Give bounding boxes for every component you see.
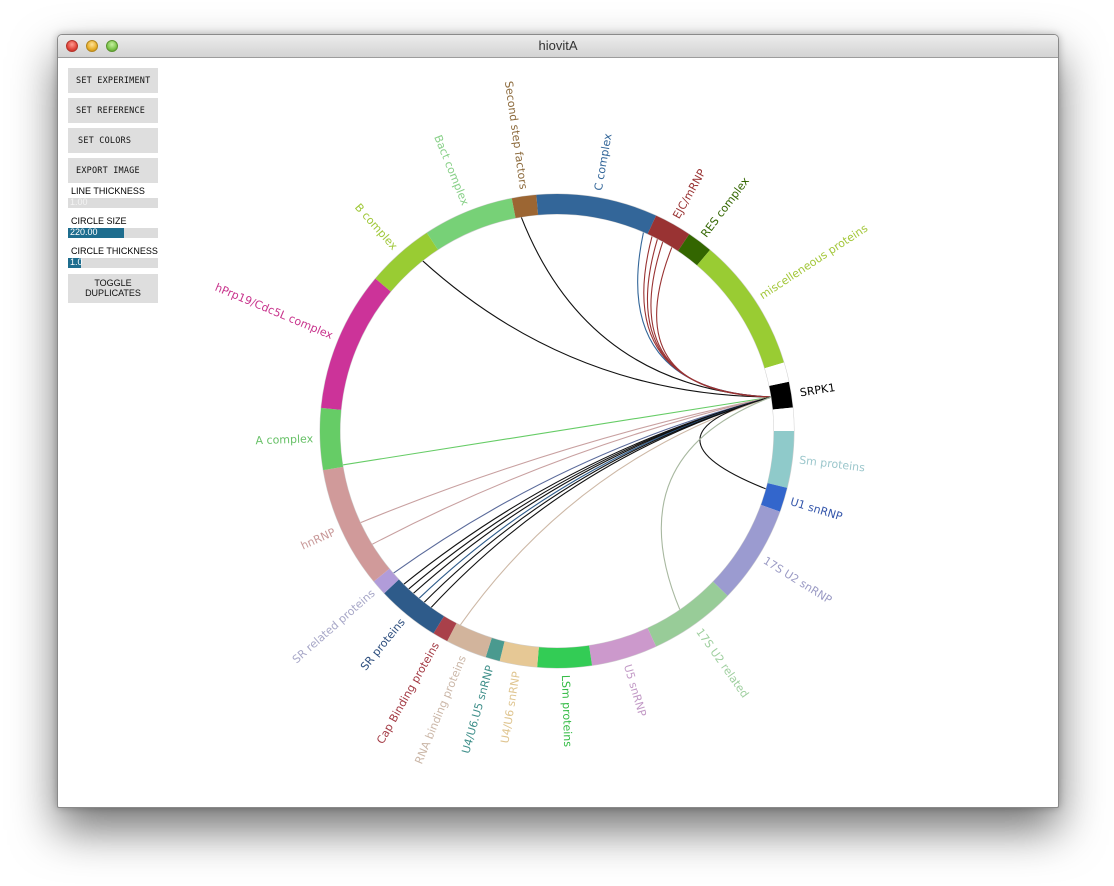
segment-gap-after-srpk1[interactable]	[772, 407, 794, 431]
segment-label-miscelleneous-proteins: miscelleneous proteins	[757, 221, 870, 302]
link-sr-related-proteins	[392, 396, 772, 574]
segment-label-u1-snrnp: U1 snRNP	[789, 495, 845, 523]
segment-label-second-step-factors: Second step factors	[502, 80, 530, 190]
segment-label-bact-complex: Bact complex	[431, 133, 471, 208]
segment-u4-u6-snrnp[interactable]	[499, 641, 539, 668]
segment-hnrnp[interactable]	[323, 466, 390, 582]
segment-label-a-complex: A complex	[255, 432, 314, 447]
segment-label-srpk1: SRPK1	[799, 381, 836, 399]
segment-label-hnrnp: hnRNP	[299, 525, 338, 552]
segment-label-b-complex: B complex	[352, 201, 400, 253]
segment-srpk1[interactable]	[769, 381, 793, 410]
segment-c-complex[interactable]	[536, 194, 657, 234]
segment-label-res-complex: RES complex	[698, 174, 752, 239]
segment-label-u5-snrnp: U5 snRNP	[621, 663, 649, 719]
link-sr-proteins	[412, 396, 772, 594]
segment-label-lsm-proteins: LSm proteins	[559, 675, 574, 748]
segment-miscelleneous-proteins[interactable]	[697, 249, 784, 369]
link-sr-proteins	[423, 396, 772, 603]
segment-label-u4-u6-u5-snrnp: U4/U6.U5 snRNP	[459, 664, 496, 756]
segment-label-c-complex: C complex	[592, 132, 615, 192]
segment-17s-u2-related[interactable]	[647, 581, 728, 647]
segment-label-17s-u2-snrnp: 17S U2 snRNP	[761, 554, 835, 607]
segment-lsm-proteins[interactable]	[537, 645, 593, 668]
segment-hprp19-cdc5l-complex[interactable]	[321, 278, 391, 410]
link-second-step-factors	[520, 216, 772, 398]
segment-label-ejc-mrnp: EJC/mRNP	[670, 167, 708, 221]
segment-label-sm-proteins: Sm proteins	[798, 454, 865, 475]
segment-rna-binding-proteins[interactable]	[447, 623, 492, 658]
segment-label-sr-related-proteins: SR related proteins	[290, 587, 378, 666]
segment-17s-u2-snrnp[interactable]	[713, 504, 780, 596]
links-layer	[342, 216, 772, 626]
segment-label-17s-u2-related: 17S U2 related	[693, 626, 751, 700]
segment-label-hprp19-cdc5l-complex: hPrp19/Cdc5L complex	[213, 281, 335, 342]
segment-second-step-factors[interactable]	[511, 194, 539, 218]
segment-label-sr-proteins: SR proteins	[358, 616, 408, 673]
segment-label-u4-u6-snrnp: U4/U6 snRNP	[498, 670, 523, 744]
segment-u5-snrnp[interactable]	[589, 628, 657, 666]
segment-sm-proteins[interactable]	[767, 431, 794, 488]
segment-a-complex[interactable]	[320, 407, 343, 471]
segment-bact-complex[interactable]	[426, 198, 516, 250]
chord-diagram: SRPK1 Sm proteins U1 snRNP 17S U2 snRNP17S …	[213, 80, 870, 766]
link-sr-proteins	[418, 396, 772, 599]
